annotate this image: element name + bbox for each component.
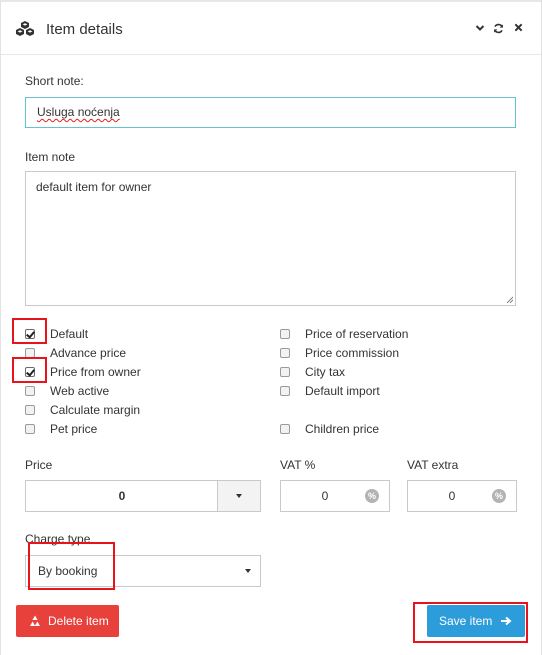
vat-label: VAT % xyxy=(280,458,316,472)
checkbox-default-import-label: Default import xyxy=(305,384,380,398)
chevron-down-icon[interactable] xyxy=(473,20,487,36)
item-note-textarea[interactable]: default item for owner xyxy=(25,171,516,306)
checkbox-default-import-box[interactable] xyxy=(280,386,290,396)
refresh-icon[interactable] xyxy=(491,20,505,36)
charge-type-label: Charge type xyxy=(25,532,91,546)
checkbox-price-from-owner-label: Price from owner xyxy=(50,365,141,379)
percent-icon: % xyxy=(492,489,506,503)
checkbox-price-commission-box[interactable] xyxy=(280,348,290,358)
caret-down-icon xyxy=(236,494,242,498)
checkbox-default-label: Default xyxy=(50,327,89,341)
percent-icon: % xyxy=(365,489,379,503)
checkbox-city-tax-box[interactable] xyxy=(280,367,290,377)
checkbox-advance-price-label: Advance price xyxy=(50,346,127,360)
recycle-icon xyxy=(30,615,40,626)
vat-extra-label: VAT extra xyxy=(407,458,459,472)
checkbox-children-price[interactable]: Children price xyxy=(280,422,510,438)
checkbox-pet-price-box[interactable] xyxy=(25,424,35,434)
checkbox-default-box[interactable] xyxy=(25,329,35,339)
checkbox-children-price-label: Children price xyxy=(305,422,380,436)
checkbox-price-of-reservation[interactable]: Price of reservation xyxy=(280,327,510,343)
arrow-right-icon xyxy=(501,616,512,626)
checkbox-web-active-box[interactable] xyxy=(25,386,35,396)
checkbox-calculate-margin-label: Calculate margin xyxy=(50,403,141,417)
item-note-label: Item note xyxy=(25,150,76,164)
panel-header: Item details xyxy=(1,0,541,55)
vat-input[interactable]: 0 % xyxy=(280,480,390,512)
checkbox-advance-price[interactable]: Advance price xyxy=(25,346,245,362)
checkbox-calculate-margin-box[interactable] xyxy=(25,405,35,415)
checkbox-price-of-reservation-box[interactable] xyxy=(280,329,290,339)
checkbox-city-tax[interactable]: City tax xyxy=(280,365,510,381)
checkbox-city-tax-label: City tax xyxy=(305,365,346,379)
close-icon[interactable] xyxy=(511,20,525,36)
vat-extra-input[interactable]: 0 % xyxy=(407,480,517,512)
resize-handle-icon[interactable] xyxy=(506,296,513,303)
short-note-input[interactable]: Usluga noćenja xyxy=(25,97,516,128)
price-input-group: 0 xyxy=(25,480,261,512)
short-note-value: Usluga noćenja xyxy=(37,105,120,119)
vat-extra-value: 0 xyxy=(448,489,456,503)
checkbox-default-import[interactable]: Default import xyxy=(280,384,510,400)
checkbox-pet-price-label: Pet price xyxy=(50,422,98,436)
price-input[interactable]: 0 xyxy=(25,480,218,512)
item-details-panel: Item details Short note: Usluga noćenja … xyxy=(0,0,542,655)
checkbox-price-from-owner[interactable]: Price from owner xyxy=(25,365,245,381)
caret-down-icon xyxy=(245,569,251,573)
checkbox-price-of-reservation-label: Price of reservation xyxy=(305,327,409,341)
cubes-icon xyxy=(16,21,34,36)
checkbox-price-commission-label: Price commission xyxy=(305,346,400,360)
charge-type-select[interactable]: By booking xyxy=(25,555,261,587)
checkbox-price-from-owner-box[interactable] xyxy=(25,367,35,377)
item-note-value: default item for owner xyxy=(36,180,152,194)
save-item-button[interactable]: Save item xyxy=(427,605,525,637)
delete-item-button[interactable]: Delete item xyxy=(16,605,119,637)
checkbox-default[interactable]: Default xyxy=(25,327,245,343)
checkbox-children-price-box[interactable] xyxy=(280,424,290,434)
vat-value: 0 xyxy=(321,489,329,503)
checkbox-advance-price-box[interactable] xyxy=(25,348,35,358)
delete-item-label: Delete item xyxy=(48,614,109,628)
price-dropdown-button[interactable] xyxy=(217,480,261,512)
checkbox-calculate-margin[interactable]: Calculate margin xyxy=(25,403,245,419)
checkbox-web-active[interactable]: Web active xyxy=(25,384,245,400)
short-note-label: Short note: xyxy=(25,74,84,88)
checkbox-price-commission[interactable]: Price commission xyxy=(280,346,510,362)
charge-type-value: By booking xyxy=(38,564,98,578)
price-label: Price xyxy=(25,458,53,472)
save-item-label: Save item xyxy=(439,614,493,628)
checkbox-pet-price[interactable]: Pet price xyxy=(25,422,245,438)
checkbox-web-active-label: Web active xyxy=(50,384,110,398)
panel-title: Item details xyxy=(46,21,123,38)
